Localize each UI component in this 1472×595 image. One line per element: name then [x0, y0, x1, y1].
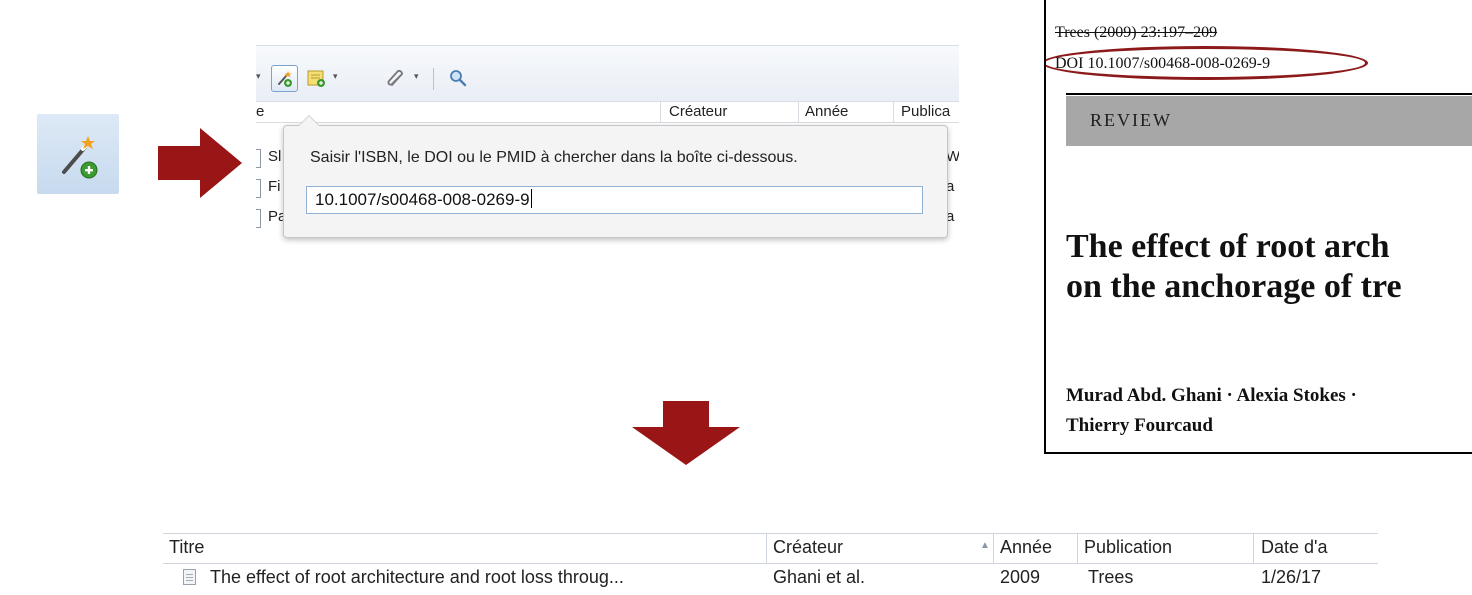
article-authors: Murad Abd. Ghani · Alexia Stokes · Thier… [1066, 385, 1357, 436]
column-date-added[interactable]: Date d'a [1261, 537, 1327, 558]
new-note-button[interactable] [304, 65, 331, 92]
right-arrow-icon [158, 128, 242, 198]
identifier-input[interactable]: 10.1007/s00468-008-0269-9 [306, 186, 923, 214]
doi-highlight-oval [1046, 46, 1368, 80]
toolbar-separator [433, 68, 434, 90]
add-by-identifier-button[interactable] [271, 65, 298, 92]
column-publication[interactable]: Publication [1084, 537, 1172, 558]
column-creator[interactable]: Créateur [773, 537, 843, 558]
document-icon [183, 569, 196, 585]
article-title: The effect of root arch on the anchorage… [1066, 228, 1402, 305]
column-title[interactable]: Titre [169, 537, 204, 558]
row-year: 2009 [1000, 567, 1041, 587]
column-title[interactable]: e [256, 102, 264, 122]
section-band: REVIEW [1066, 96, 1472, 146]
document-icon [256, 209, 261, 228]
dropdown-caret-icon[interactable]: ▾ [333, 72, 338, 82]
table-header: Titre Créateur ▲ Année Publication Date … [163, 533, 1378, 564]
row-date-added: 1/26/17 [1261, 567, 1322, 587]
magic-wand-add-icon [37, 114, 119, 194]
document-icon [256, 149, 261, 168]
popup-message: Saisir l'ISBN, le DOI ou le PMID à cherc… [310, 149, 798, 166]
table-row[interactable]: The effect of root architecture and root… [163, 565, 1378, 595]
list-item-title: Sl [268, 148, 282, 165]
toolbar: ▾ ▾ ▾ [256, 45, 959, 102]
row-creator: Ghani et al. [773, 567, 866, 587]
dropdown-caret-icon[interactable]: ▾ [414, 72, 419, 82]
row-publication: Trees [1088, 567, 1134, 587]
search-icon [450, 70, 467, 87]
attachment-button[interactable] [384, 65, 411, 92]
add-by-identifier-popup: Saisir l'ISBN, le DOI ou le PMID à cherc… [283, 115, 948, 238]
column-creator[interactable]: Créateur [669, 102, 727, 122]
list-item-title: Fi [268, 178, 281, 195]
column-year[interactable]: Année [805, 102, 848, 122]
down-arrow-icon [632, 401, 740, 465]
dropdown-caret-icon[interactable]: ▾ [256, 72, 261, 82]
identifier-input-value: 10.1007/s00468-008-0269-9 [315, 190, 530, 209]
attachment-icon [387, 69, 403, 86]
article-citation: Trees (2009) 23:197–209 [1055, 24, 1218, 41]
result-items-table: Titre Créateur ▲ Année Publication Date … [163, 533, 1378, 587]
items-list-header: e Créateur Année Publica [256, 101, 959, 123]
pdf-article-excerpt: Trees (2009) 23:197–209 DOI 10.1007/s004… [1044, 0, 1472, 454]
new-note-icon [307, 70, 325, 87]
section-label: REVIEW [1090, 110, 1172, 130]
header-rule [1066, 93, 1472, 95]
search-button[interactable] [445, 65, 472, 92]
row-title: The effect of root architecture and root… [210, 567, 624, 587]
text-cursor [530, 189, 532, 208]
column-publication[interactable]: Publica [901, 102, 950, 122]
popup-pointer [298, 115, 320, 126]
column-year[interactable]: Année [1000, 537, 1052, 558]
document-icon [256, 179, 261, 198]
sort-ascending-icon: ▲ [980, 540, 990, 551]
